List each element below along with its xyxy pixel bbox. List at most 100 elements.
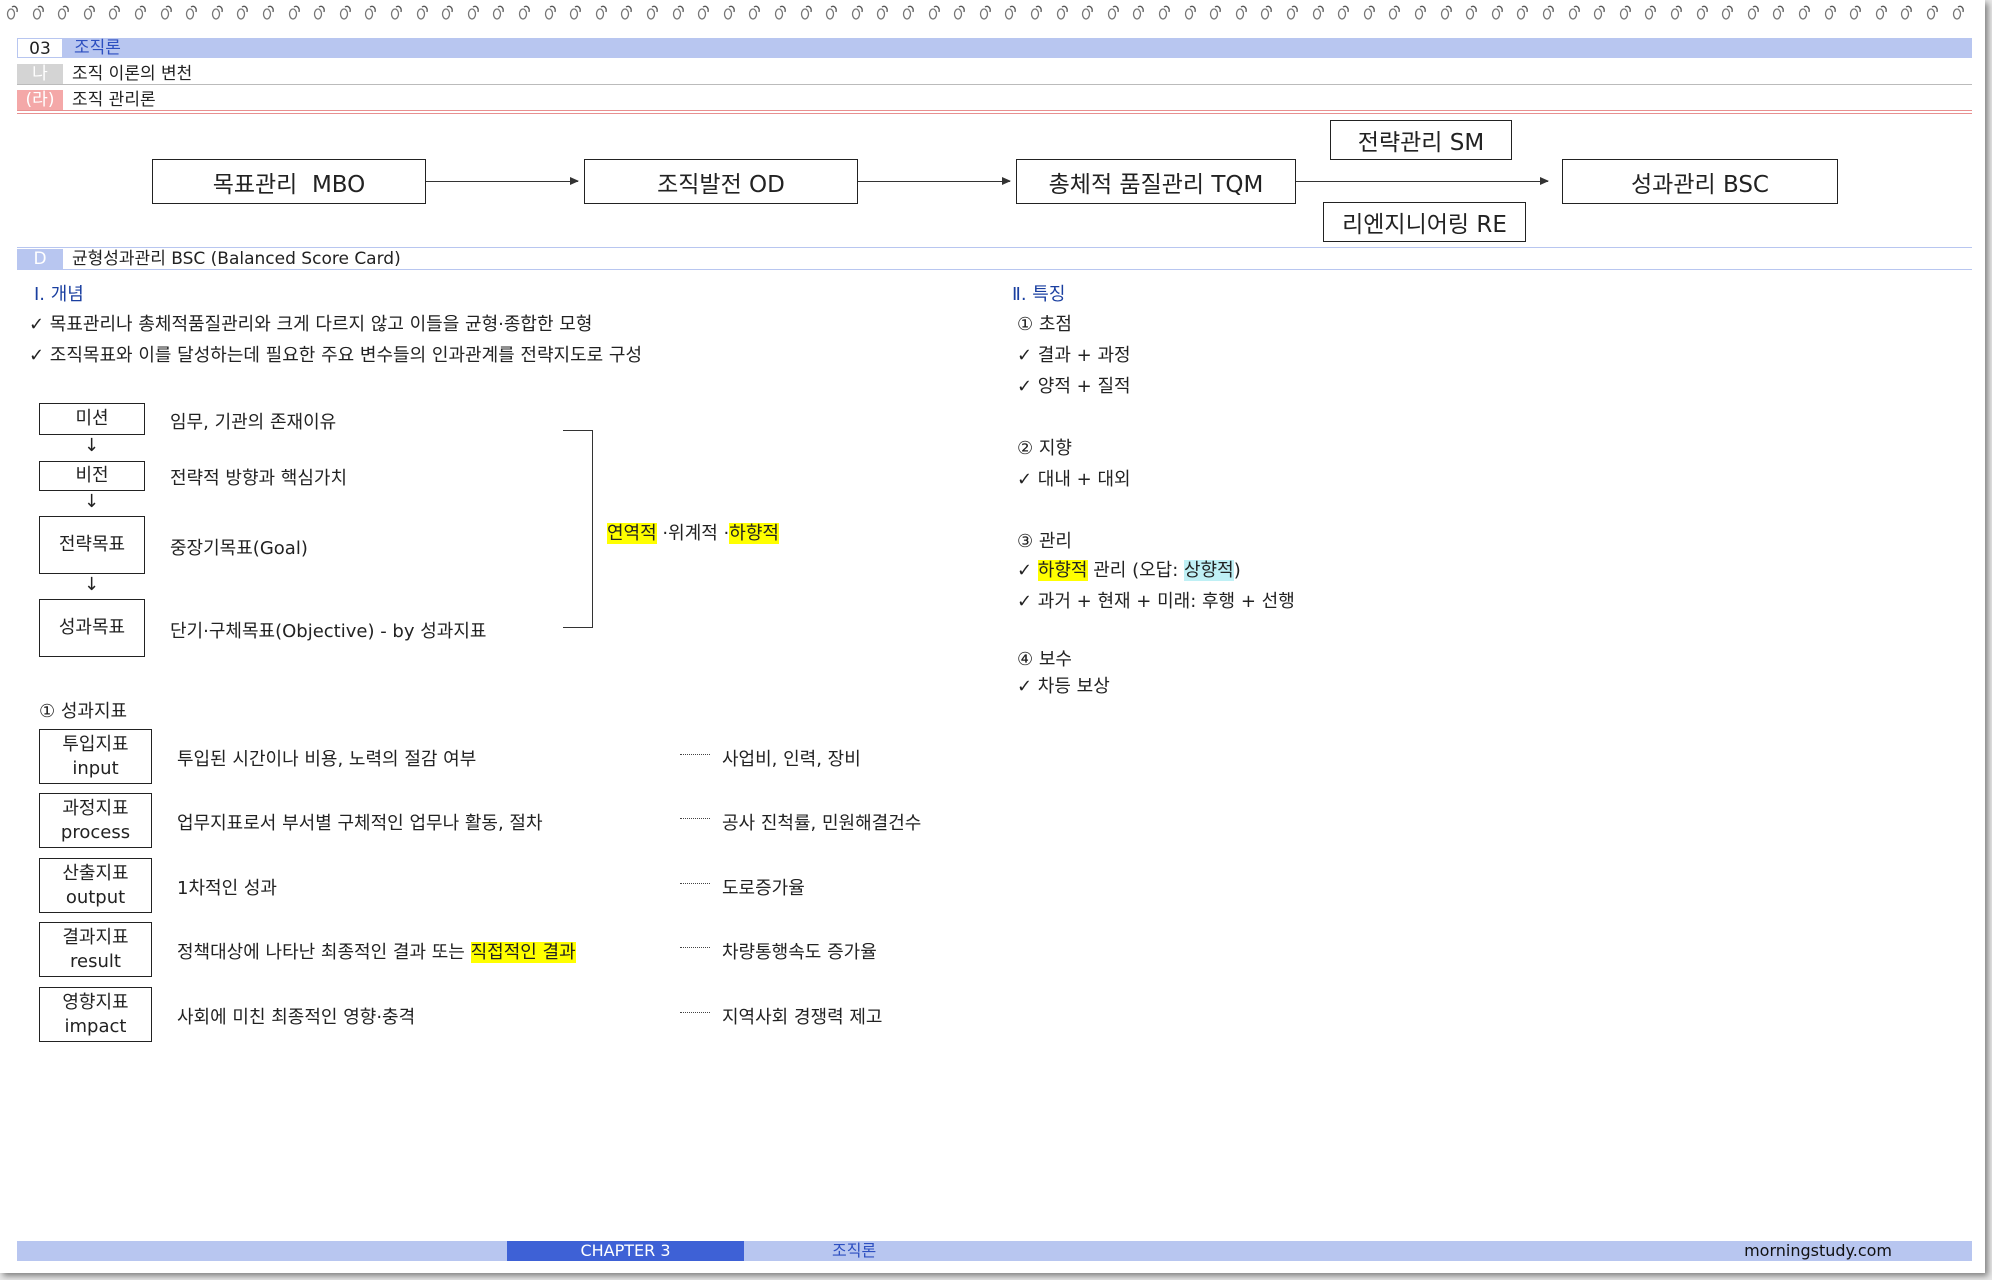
indicator-en: input (72, 757, 119, 779)
management-text: 관리 (오답: (1087, 560, 1184, 581)
od-box: 조직발전 OD (584, 159, 858, 204)
indicator-example: 사업비, 인력, 장비 (722, 749, 861, 770)
binding-ring (774, 3, 787, 21)
indicator-desc: 1차적인 성과 (177, 878, 277, 899)
leader-dots (680, 754, 710, 755)
indicator-example: 지역사회 경쟁력 제고 (722, 1007, 883, 1028)
orientation-item: ✓ 대내 + 대외 (1017, 469, 1131, 490)
binding-ring (1235, 3, 1248, 21)
binding-ring (1542, 3, 1555, 21)
binding-ring (236, 3, 249, 21)
binding-ring (467, 3, 480, 21)
binding-ring (1849, 3, 1862, 21)
footer-bar: CHAPTER 3 조직론 morningstudy.com (17, 1241, 1972, 1261)
binding-ring (288, 3, 301, 21)
binding-ring (1132, 3, 1145, 21)
binding-ring (32, 3, 45, 21)
arrow-mbo-od (426, 177, 579, 185)
binding-ring (1337, 3, 1350, 21)
top-down-highlight: 하향적 (1037, 560, 1088, 581)
vision-desc: 전략적 방향과 핵심가치 (170, 468, 348, 489)
binding-ring (1644, 3, 1657, 21)
binding-ring (1081, 3, 1094, 21)
binding-ring (928, 3, 941, 21)
binding-ring (1516, 3, 1529, 21)
indicator-ko: 영향지표 (62, 991, 129, 1013)
indicators-heading: ① 성과지표 (39, 701, 128, 722)
binding-ring (1900, 3, 1913, 21)
management-title: ③ 관리 (1017, 531, 1072, 552)
bsc-tag: D (17, 249, 63, 269)
arrow-od-tqm (858, 177, 1011, 185)
bracket (563, 430, 593, 628)
down-arrow: ↓ (84, 435, 100, 456)
bsc-title: 균형성과관리 BSC (Balanced Score Card) (72, 249, 401, 269)
binding-ring (1286, 3, 1299, 21)
binding-ring (1465, 3, 1478, 21)
indicator-desc: 투입된 시간이나 비용, 노력의 절감 여부 (177, 749, 477, 770)
binding-ring (1260, 3, 1273, 21)
binding-ring (108, 3, 121, 21)
features-heading: Ⅱ. 특징 (1012, 284, 1066, 305)
indicator-ko: 산출지표 (62, 862, 129, 884)
binding-ring (1209, 3, 1222, 21)
indicator-box: 영향지표 impact (39, 987, 152, 1042)
binding-ring (1772, 3, 1785, 21)
indicator-ko: 과정지표 (62, 797, 129, 819)
binding-ring (1696, 3, 1709, 21)
binding-ring (364, 3, 377, 21)
binding-ring (1388, 3, 1401, 21)
strategic-goal-box: 전략목표 (39, 516, 145, 574)
indicator-en: impact (64, 1015, 127, 1037)
indicator-desc-text: 정책대상에 나타난 최종적인 결과 또는 (177, 942, 471, 963)
indicator-example: 도로증가율 (722, 878, 805, 899)
sm-box: 전략관리 SM (1330, 120, 1512, 160)
binding-ring (1593, 3, 1606, 21)
page: 03 조직론 나 조직 이론의 변천 (라) 조직 관리론 목표관리 MBO 조… (0, 0, 1985, 1273)
binding-ring (1568, 3, 1581, 21)
binding-ring (1952, 3, 1965, 21)
indicator-box: 결과지표 result (39, 922, 152, 977)
binding-ring (748, 3, 761, 21)
bsc-box: 성과관리 BSC (1562, 159, 1838, 204)
spiral-binding (0, 0, 1985, 28)
binding-ring (518, 3, 531, 21)
binding-ring (441, 3, 454, 21)
binding-ring (134, 3, 147, 21)
leader-dots (680, 883, 710, 884)
section-bar: 03 조직론 (17, 38, 1972, 59)
binding-ring (1030, 3, 1043, 21)
binding-ring (339, 3, 352, 21)
binding-ring (262, 3, 275, 21)
vision-box: 비전 (39, 461, 145, 491)
concept-heading: Ⅰ. 개념 (34, 284, 84, 305)
binding-ring (1824, 3, 1837, 21)
binding-ring (185, 3, 198, 21)
binding-ring (211, 3, 224, 21)
indicator-box: 투입지표 input (39, 729, 152, 784)
binding-ring (313, 3, 326, 21)
concept-item: ✓ 조직목표와 이를 달성하는데 필요한 주요 변수들의 인과관계를 전략지도로… (29, 345, 643, 366)
binding-ring (57, 3, 70, 21)
binding-ring (1312, 3, 1325, 21)
indicator-en: process (60, 821, 131, 843)
binding-ring (1798, 3, 1811, 21)
focus-title: ① 초점 (1017, 314, 1072, 335)
arrow-tqm-bsc (1296, 177, 1549, 185)
divider (17, 113, 1972, 114)
tqm-box: 총체적 품질관리 TQM (1016, 159, 1296, 204)
bsc-header-bar: D 균형성과관리 BSC (Balanced Score Card) (17, 249, 1972, 270)
indicator-ko: 투입지표 (62, 733, 129, 755)
concept-item: ✓ 목표관리나 총체적품질관리와 크게 다르지 않고 이들을 균형·종합한 모형 (29, 314, 593, 335)
binding-ring (569, 3, 582, 21)
binding-ring (646, 3, 659, 21)
binding-ring (953, 3, 966, 21)
strategic-goal-desc: 중장기목표(Goal) (170, 538, 308, 559)
binding-ring (902, 3, 915, 21)
binding-ring (723, 3, 736, 21)
mbo-box: 목표관리 MBO (152, 159, 426, 204)
mission-desc: 임무, 기관의 존재이유 (170, 412, 337, 433)
focus-item: ✓ 결과 + 과정 (1017, 345, 1131, 366)
binding-ring (1926, 3, 1939, 21)
binding-ring (1414, 3, 1427, 21)
